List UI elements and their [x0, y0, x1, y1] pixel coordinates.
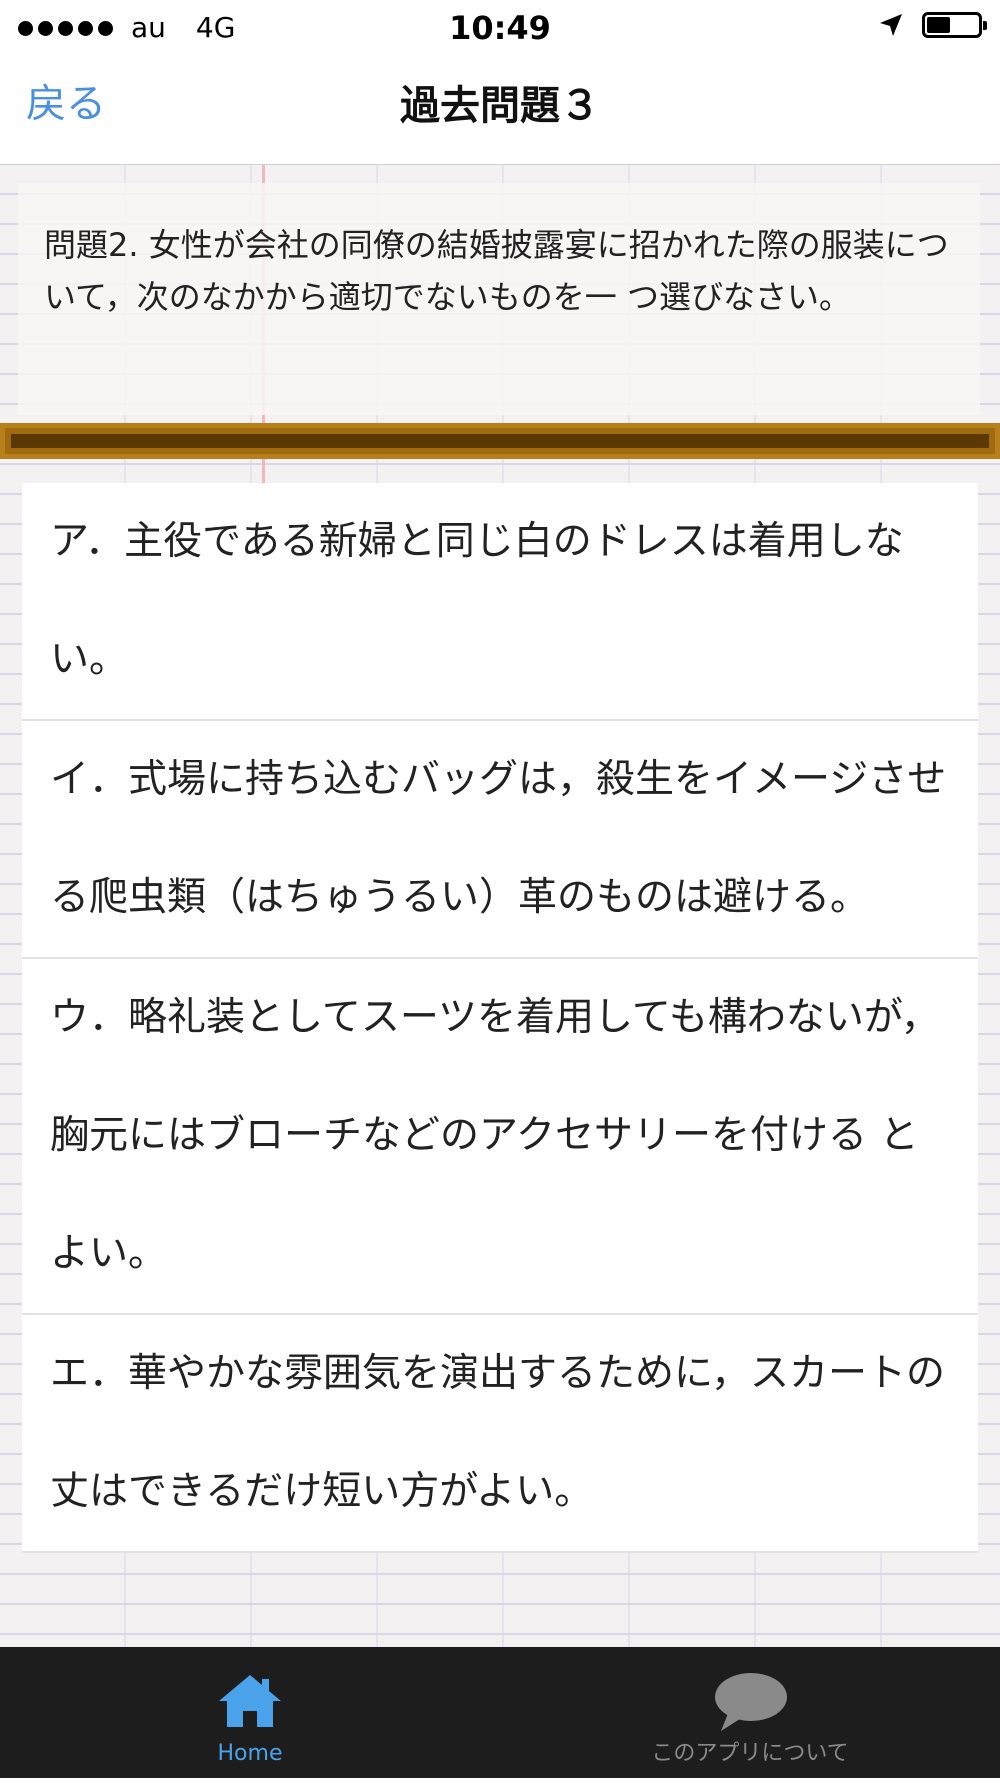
- choice-text: イ．式場に持ち込むバッグは，殺生をイメージさせる爬虫類（はちゅうるい）革のものは…: [50, 757, 947, 920]
- choice-e[interactable]: エ．華やかな雰囲気を演出するために，スカートの丈はできるだけ短い方がよい。: [22, 1315, 978, 1553]
- navigation-bar: 戻る 過去問題３: [0, 56, 1000, 165]
- battery-level: [927, 17, 950, 33]
- question-box: 問題2. 女性が会社の同僚の結婚披露宴に招かれた際の服装について，次のなかから適…: [18, 183, 980, 415]
- tab-about-label: このアプリについて: [651, 1741, 849, 1766]
- choice-text: ウ．略礼装としてスーツを着用しても構わないが，胸元にはブローチなどのアクセサリー…: [50, 995, 940, 1276]
- choice-text: ア．主役である新婦と同じ白のドレスは着用しない。: [50, 519, 904, 682]
- choice-i[interactable]: イ．式場に持ち込むバッグは，殺生をイメージさせる爬虫類（はちゅうるい）革のものは…: [22, 721, 978, 959]
- tab-about-app[interactable]: このアプリについて: [500, 1647, 1000, 1778]
- tab-home-label: Home: [217, 1741, 283, 1766]
- status-time: 10:49: [449, 9, 551, 47]
- tab-bar: Home このアプリについて: [0, 1647, 1000, 1778]
- speech-bubble-icon: [715, 1673, 787, 1731]
- choice-list: ア．主役である新婦と同じ白のドレスは着用しない。 イ．式場に持ち込むバッグは，殺…: [22, 483, 978, 1553]
- choice-u[interactable]: ウ．略礼装としてスーツを着用しても構わないが，胸元にはブローチなどのアクセサリー…: [22, 959, 978, 1315]
- notebook-background: 問題2. 女性が会社の同僚の結婚披露宴に招かれた際の服装について，次のなかから適…: [0, 165, 1000, 1647]
- tab-home[interactable]: Home: [0, 1647, 500, 1778]
- wooden-divider: [0, 423, 1000, 459]
- choice-text: エ．華やかな雰囲気を演出するために，スカートの丈はできるだけ短い方がよい。: [50, 1351, 946, 1514]
- home-icon: [219, 1675, 281, 1727]
- battery-icon: [922, 12, 987, 38]
- choice-a[interactable]: ア．主役である新婦と同じ白のドレスは着用しない。: [22, 483, 978, 721]
- question-text: 問題2. 女性が会社の同僚の結婚披露宴に招かれた際の服装について，次のなかから適…: [44, 226, 949, 316]
- page-title: 過去問題３: [400, 83, 600, 129]
- status-right: [878, 12, 987, 38]
- location-arrow-icon: [880, 14, 902, 36]
- status-bar: au 4G 10:49: [0, 0, 1000, 56]
